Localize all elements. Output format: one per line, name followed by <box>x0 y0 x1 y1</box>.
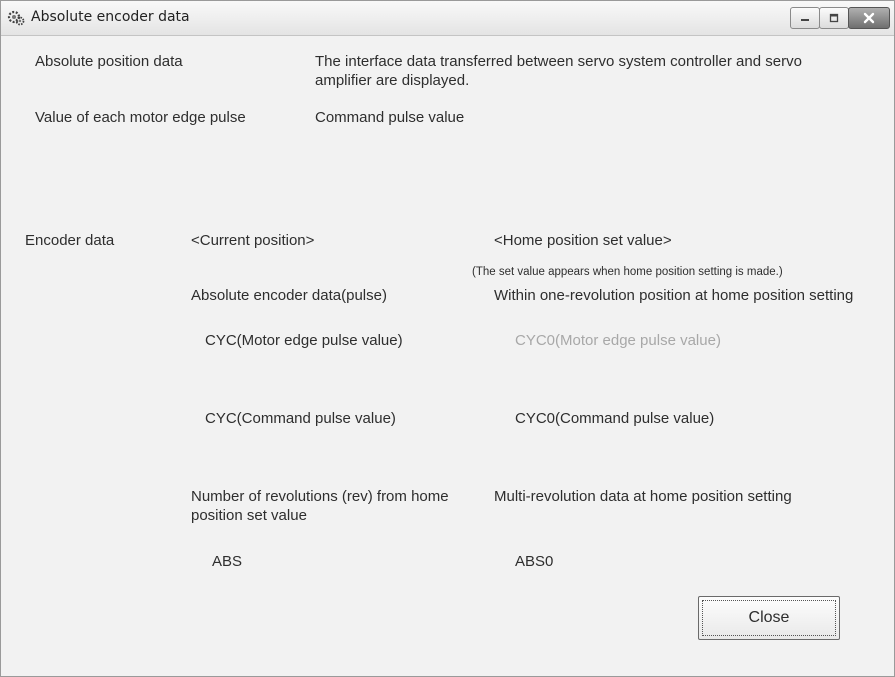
maximize-button[interactable] <box>819 7 849 29</box>
abs-label: ABS <box>212 553 243 570</box>
multi-revolution-data-label: Multi-revolution data at home position s… <box>494 488 792 505</box>
home-position-note: (The set value appears when home positio… <box>472 266 783 278</box>
number-of-revolutions-label: Number of revolutions (rev) from home po… <box>191 488 449 524</box>
current-position-header: <Current position> <box>191 232 315 249</box>
absolute-position-description: The interface data transferred between s… <box>315 53 802 89</box>
maximize-icon <box>829 13 839 23</box>
caption-buttons <box>790 7 890 29</box>
gear-cog-icon <box>7 10 25 26</box>
window-close-button[interactable] <box>848 7 890 29</box>
cyc-motor-edge-label: CYC(Motor edge pulse value) <box>205 332 403 349</box>
minimize-button[interactable] <box>790 7 820 29</box>
cyc0-motor-edge-label: CYC0(Motor edge pulse value) <box>515 332 721 349</box>
close-button-label: Close <box>702 600 836 636</box>
title-bar[interactable]: Absolute encoder data <box>1 1 894 36</box>
absolute-encoder-data-label: Absolute encoder data(pulse) <box>191 287 387 304</box>
cyc-command-pulse-label: CYC(Command pulse value) <box>205 410 396 427</box>
cyc0-command-pulse-label: CYC0(Command pulse value) <box>515 410 715 427</box>
window-title: Absolute encoder data <box>31 9 190 25</box>
close-x-icon <box>863 12 875 24</box>
within-one-revolution-label: Within one-revolution position at home p… <box>494 287 854 304</box>
minimize-icon <box>801 19 809 21</box>
abs0-label: ABS0 <box>515 553 554 570</box>
motor-edge-pulse-value: Command pulse value <box>315 109 465 126</box>
absolute-position-data-label: Absolute position data <box>35 53 183 70</box>
motor-edge-pulse-label: Value of each motor edge pulse <box>35 109 246 126</box>
close-button[interactable]: Close <box>698 596 840 640</box>
dialog-content: Absolute position data The interface dat… <box>1 36 894 676</box>
home-position-header: <Home position set value> <box>494 232 672 249</box>
absolute-encoder-data-window: Absolute encoder data Absolute position … <box>0 0 895 677</box>
encoder-data-label: Encoder data <box>25 232 115 249</box>
